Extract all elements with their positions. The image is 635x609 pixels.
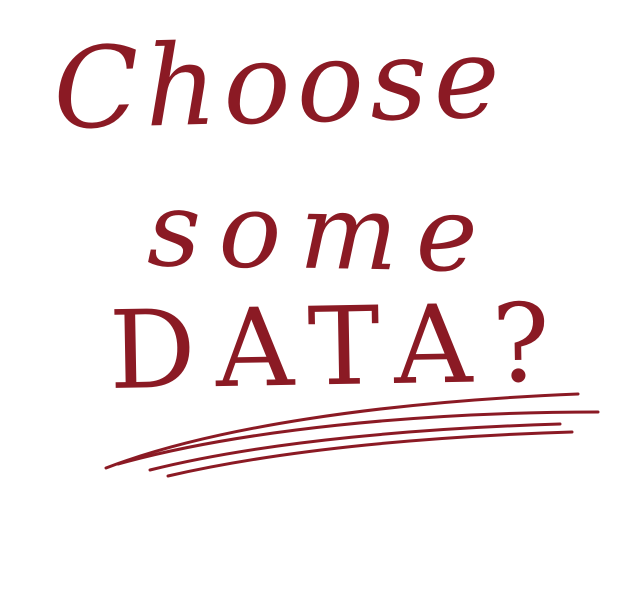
underline-stroke-1 bbox=[104, 392, 580, 470]
underline-stroke-2 bbox=[116, 410, 600, 466]
handwritten-note: Choose some DATA? bbox=[0, 0, 635, 609]
underline-scribble-icon bbox=[104, 392, 600, 478]
